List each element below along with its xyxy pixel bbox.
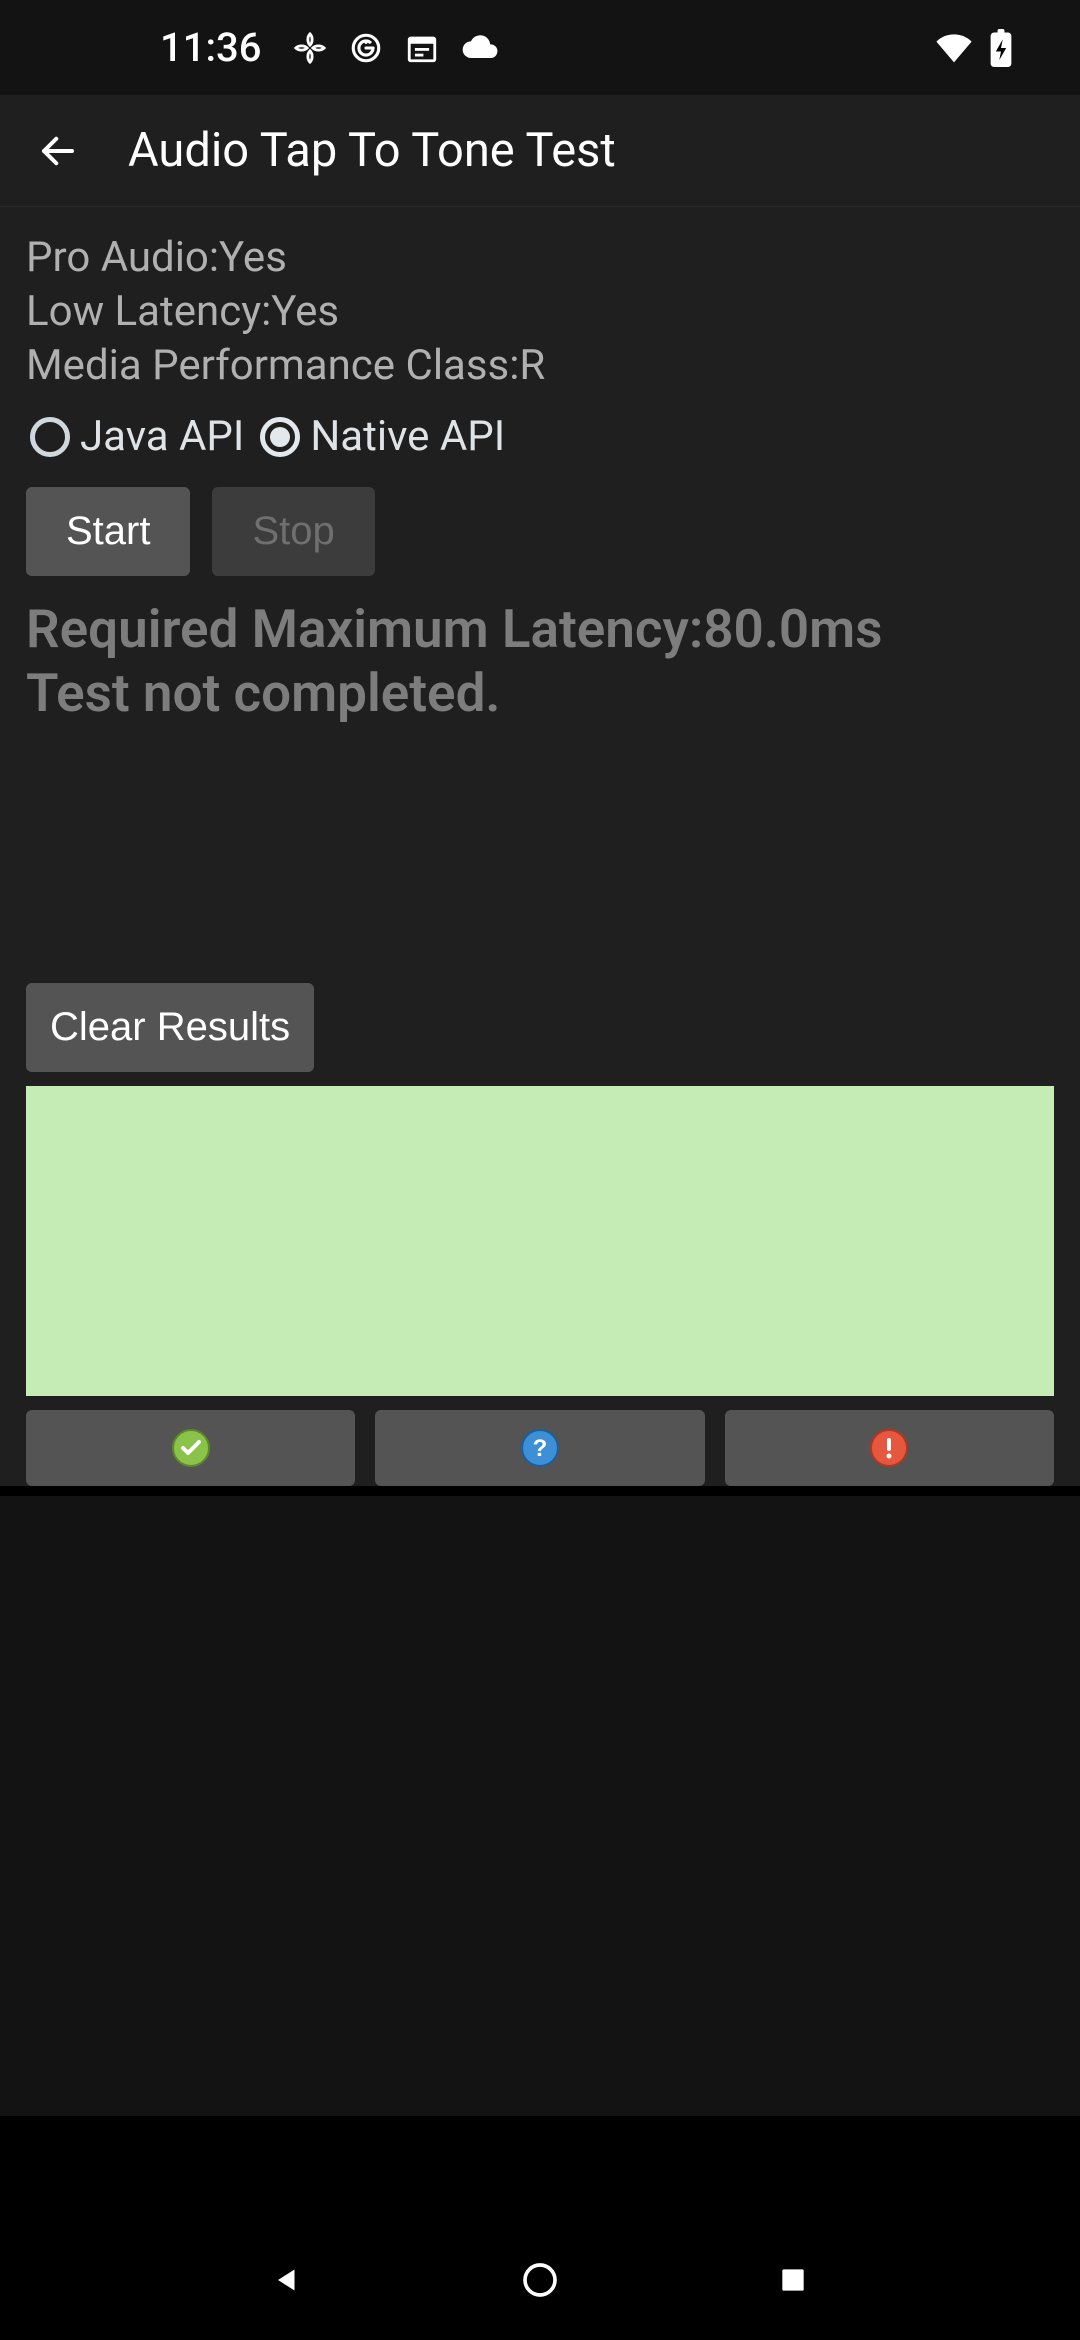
navigation-bar <box>0 2220 1080 2340</box>
radio-java-api[interactable]: Java API <box>26 412 244 461</box>
back-button[interactable] <box>34 127 82 175</box>
low-latency-label: Low Latency:Yes <box>26 285 1054 339</box>
media-perf-class-label: Media Performance Class:R <box>26 339 1054 393</box>
radio-icon <box>30 417 70 457</box>
fail-button[interactable] <box>725 1410 1054 1486</box>
nav-recents-button[interactable] <box>763 2250 823 2310</box>
radio-native-api[interactable]: Native API <box>256 412 505 461</box>
result-mark-row: ? <box>26 1410 1054 1486</box>
stop-button: Stop <box>212 487 374 576</box>
svg-text:?: ? <box>533 1435 548 1462</box>
result-canvas[interactable] <box>26 1086 1054 1396</box>
pinwheel-icon <box>293 31 327 65</box>
page-title: Audio Tap To Tone Test <box>128 123 616 178</box>
nav-back-button[interactable] <box>257 2250 317 2310</box>
square-icon <box>777 2264 809 2296</box>
test-status-text: Test not completed. <box>26 662 1054 726</box>
pro-audio-label: Pro Audio:Yes <box>26 231 1054 285</box>
triangle-left-icon <box>269 2262 305 2298</box>
circle-icon <box>520 2260 560 2300</box>
start-button[interactable]: Start <box>26 487 190 576</box>
app-bar: Audio Tap To Tone Test <box>0 95 1080 207</box>
radio-icon <box>260 417 300 457</box>
radio-java-api-label: Java API <box>80 412 244 461</box>
pass-button[interactable] <box>26 1410 355 1486</box>
main-content: Pro Audio:Yes Low Latency:Yes Media Perf… <box>0 207 1080 1486</box>
status-bar-left: 11:36 <box>160 24 501 71</box>
alert-circle-icon <box>869 1428 909 1468</box>
status-bar-right <box>934 29 1012 67</box>
battery-charging-icon <box>990 29 1012 67</box>
nav-home-button[interactable] <box>510 2250 570 2310</box>
google-icon <box>349 31 383 65</box>
status-time: 11:36 <box>160 24 261 71</box>
radio-native-api-label: Native API <box>310 412 505 461</box>
api-radio-group: Java API Native API <box>26 412 1054 461</box>
arrow-left-icon <box>37 130 79 172</box>
info-button[interactable]: ? <box>375 1410 704 1486</box>
empty-area <box>0 1496 1080 2116</box>
status-bar: 11:36 <box>0 0 1080 95</box>
wifi-icon <box>934 32 974 64</box>
question-circle-icon: ? <box>520 1428 560 1468</box>
cloud-icon <box>461 33 501 63</box>
control-button-row: Start Stop <box>26 487 1054 576</box>
clear-results-button[interactable]: Clear Results <box>26 983 314 1072</box>
required-latency-text: Required Maximum Latency:80.0ms <box>26 598 1054 662</box>
calendar-icon <box>405 31 439 65</box>
check-circle-icon <box>171 1428 211 1468</box>
